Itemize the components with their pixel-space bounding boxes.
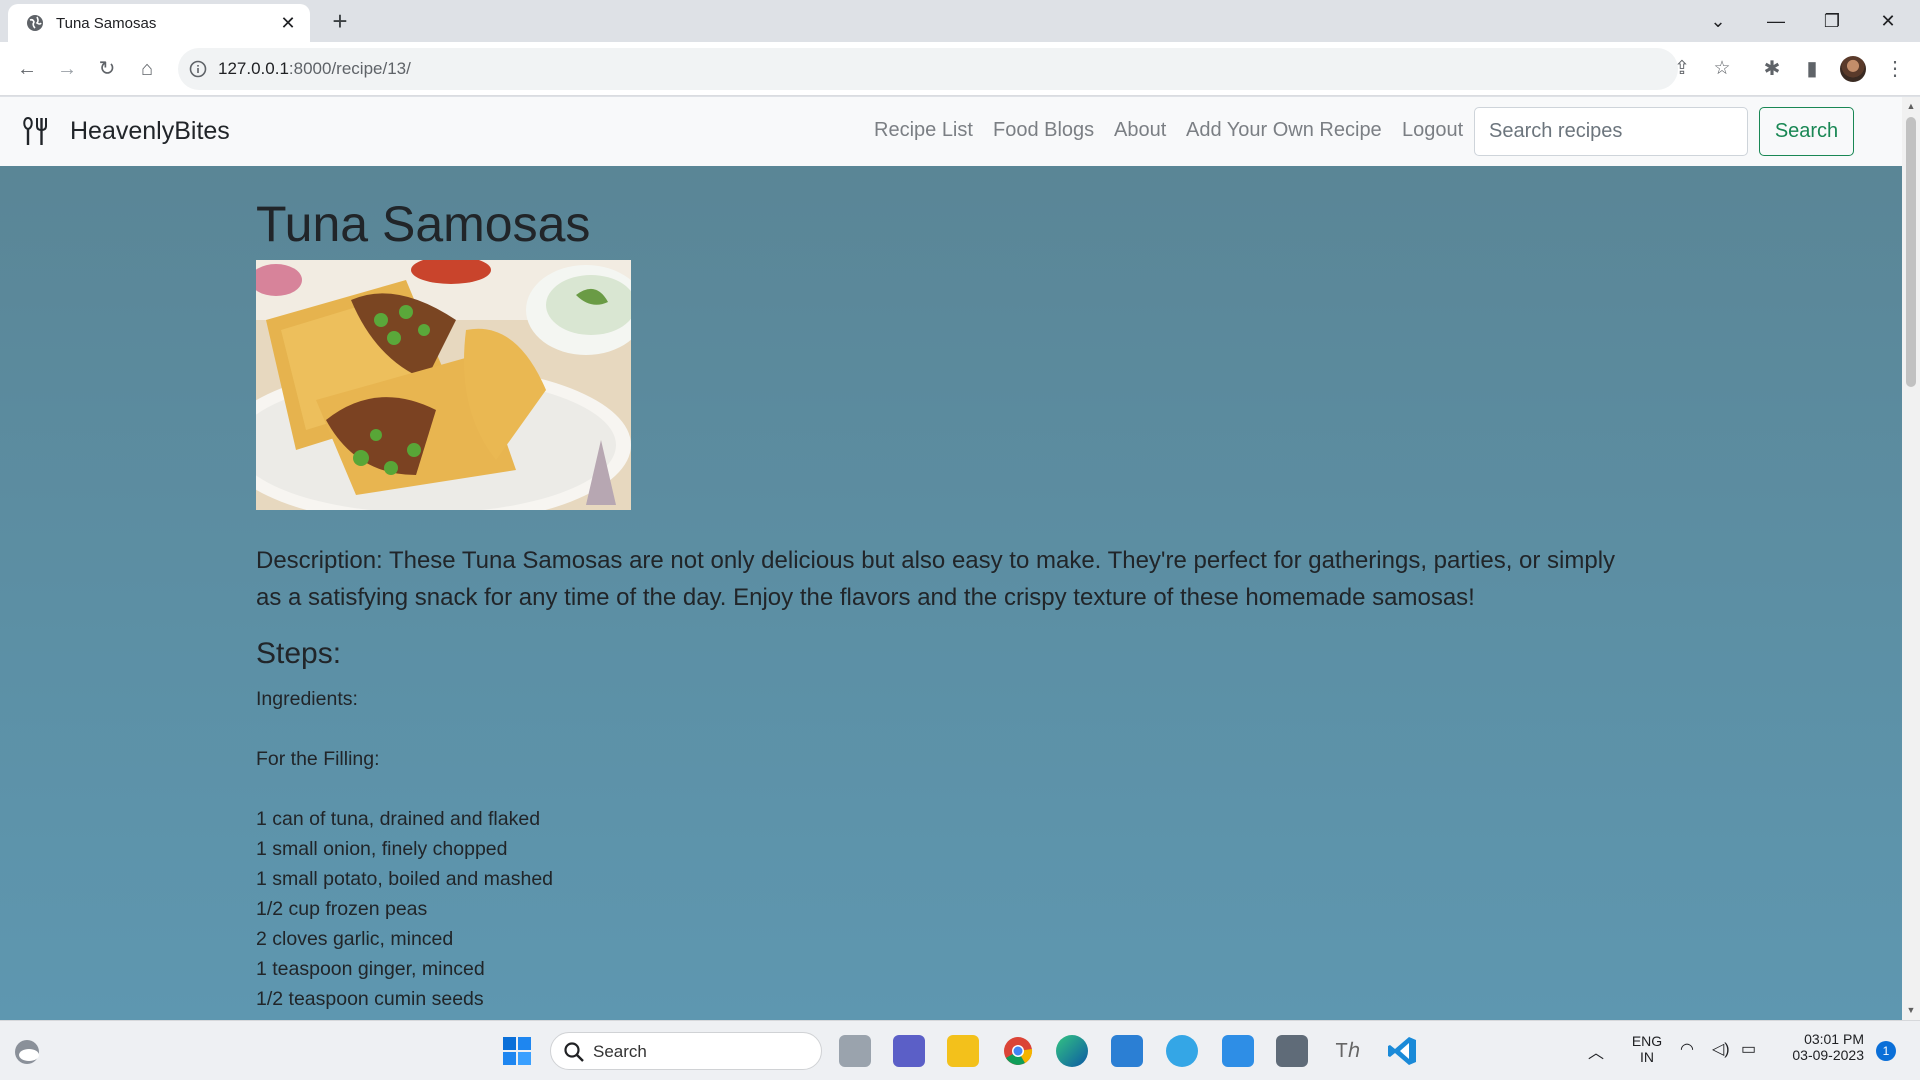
- steps-text: Ingredients: For the Filling: 1 can of t…: [256, 688, 554, 1010]
- menu-kebab-icon[interactable]: ⋮: [1880, 54, 1910, 84]
- close-tab-icon[interactable]: ✕: [278, 13, 298, 34]
- site-brand[interactable]: HeavenlyBites: [70, 117, 230, 146]
- weather-icon[interactable]: [12, 1037, 42, 1065]
- browser-tab[interactable]: Tuna Samosas ✕: [8, 4, 310, 42]
- side-panel-icon[interactable]: ▮: [1797, 54, 1827, 84]
- calculator-icon[interactable]: [1276, 1035, 1308, 1067]
- profile-avatar[interactable]: [1840, 56, 1866, 82]
- url-path: :8000/recipe/13/: [288, 59, 411, 78]
- show-hidden-icons-chevron[interactable]: ︿: [1588, 1039, 1604, 1063]
- back-button[interactable]: ←: [12, 54, 42, 84]
- recipe-content: Tuna Samosas Description: These Tuna Sam…: [256, 166, 1656, 1014]
- samosa-illustration: [256, 260, 631, 510]
- page-viewport: HeavenlyBites Recipe List Food Blogs Abo…: [0, 97, 1902, 1020]
- chrome-icon[interactable]: [1002, 1035, 1034, 1067]
- recipe-search-input[interactable]: [1474, 107, 1748, 156]
- forward-button[interactable]: →: [52, 54, 82, 84]
- extensions-icon[interactable]: ✱: [1757, 54, 1787, 84]
- windows-start-icon[interactable]: [501, 1035, 533, 1067]
- clock[interactable]: 03:01 PM 03-09-2023: [1778, 1031, 1864, 1063]
- bookmark-star-icon[interactable]: ☆: [1711, 58, 1733, 80]
- notepad-icon[interactable]: [1222, 1035, 1254, 1067]
- battery-icon[interactable]: ▭: [1741, 1039, 1756, 1059]
- recipe-image: [256, 260, 631, 510]
- fork-knife-icon: [23, 116, 47, 145]
- browser-tab-strip: Tuna Samosas ✕ + ⌄ — ❐ ✕: [0, 0, 1920, 42]
- minimize-button[interactable]: —: [1754, 6, 1798, 36]
- notification-badge[interactable]: 1: [1876, 1041, 1896, 1061]
- file-explorer-icon[interactable]: [947, 1035, 979, 1067]
- url-text: 127.0.0.1:8000/recipe/13/: [218, 59, 411, 79]
- nav-logout[interactable]: Logout: [1402, 119, 1463, 142]
- edge-icon[interactable]: [1056, 1035, 1088, 1067]
- region-code: IN: [1640, 1049, 1654, 1065]
- reload-button[interactable]: ↻: [92, 54, 122, 84]
- language-code: ENG: [1631, 1033, 1663, 1049]
- date: 03-09-2023: [1792, 1047, 1864, 1063]
- recipe-description: Description: These Tuna Samosas are not …: [256, 547, 1616, 611]
- teams-chat-icon[interactable]: [893, 1035, 925, 1067]
- close-window-button[interactable]: ✕: [1866, 6, 1910, 36]
- recipe-title: Tuna Samosas: [256, 196, 591, 252]
- volume-icon[interactable]: ◁): [1712, 1039, 1730, 1059]
- tab-search-icon[interactable]: ⌄: [1696, 6, 1740, 36]
- home-icon[interactable]: ⌂: [132, 54, 162, 84]
- nav-food-blogs[interactable]: Food Blogs: [993, 119, 1094, 142]
- globe-icon: [27, 15, 43, 31]
- store-icon[interactable]: [1111, 1035, 1143, 1067]
- restore-button[interactable]: ❐: [1810, 6, 1854, 36]
- nav-about[interactable]: About: [1114, 119, 1166, 142]
- steps-heading: Steps:: [256, 637, 342, 670]
- task-view-icon[interactable]: [839, 1035, 871, 1067]
- share-icon[interactable]: ⇪: [1671, 58, 1693, 80]
- wifi-icon[interactable]: ◠: [1680, 1039, 1694, 1059]
- scroll-up-arrow[interactable]: ▲: [1902, 101, 1920, 111]
- address-bar[interactable]: 127.0.0.1:8000/recipe/13/ ⇪ ☆: [178, 48, 1731, 90]
- tab-title: Tuna Samosas: [56, 14, 157, 32]
- time: 03:01 PM: [1804, 1031, 1864, 1047]
- nav-add-recipe[interactable]: Add Your Own Recipe: [1186, 119, 1382, 142]
- search-button[interactable]: Search: [1759, 107, 1854, 156]
- help-icon[interactable]: [1166, 1035, 1198, 1067]
- page-scrollbar[interactable]: ▲ ▼: [1902, 97, 1920, 1020]
- browser-toolbar: ← → ↻ ⌂ 127.0.0.1:8000/recipe/13/ ⇪ ☆ ✱ …: [0, 42, 1920, 96]
- site-info-icon[interactable]: [188, 59, 208, 79]
- url-host: 127.0.0.1: [218, 59, 289, 78]
- scroll-thumb[interactable]: [1906, 117, 1916, 387]
- new-tab-button[interactable]: +: [326, 8, 354, 36]
- scroll-down-arrow[interactable]: ▼: [1902, 1005, 1920, 1015]
- input-language[interactable]: ENG IN: [1630, 1033, 1664, 1065]
- vscode-icon[interactable]: [1386, 1035, 1418, 1067]
- windows-taskbar: Search Tℎ ︿ ENG IN ◠ ◁) ▭ 03:01 PM 03-09…: [0, 1020, 1920, 1080]
- search-icon: [564, 1042, 584, 1062]
- taskbar-search-label: Search: [593, 1042, 647, 1061]
- taskbar-search[interactable]: Search: [550, 1032, 822, 1070]
- site-navbar: HeavenlyBites Recipe List Food Blogs Abo…: [0, 97, 1902, 166]
- nav-recipe-list[interactable]: Recipe List: [874, 119, 973, 142]
- font-app-icon[interactable]: Tℎ: [1332, 1035, 1364, 1067]
